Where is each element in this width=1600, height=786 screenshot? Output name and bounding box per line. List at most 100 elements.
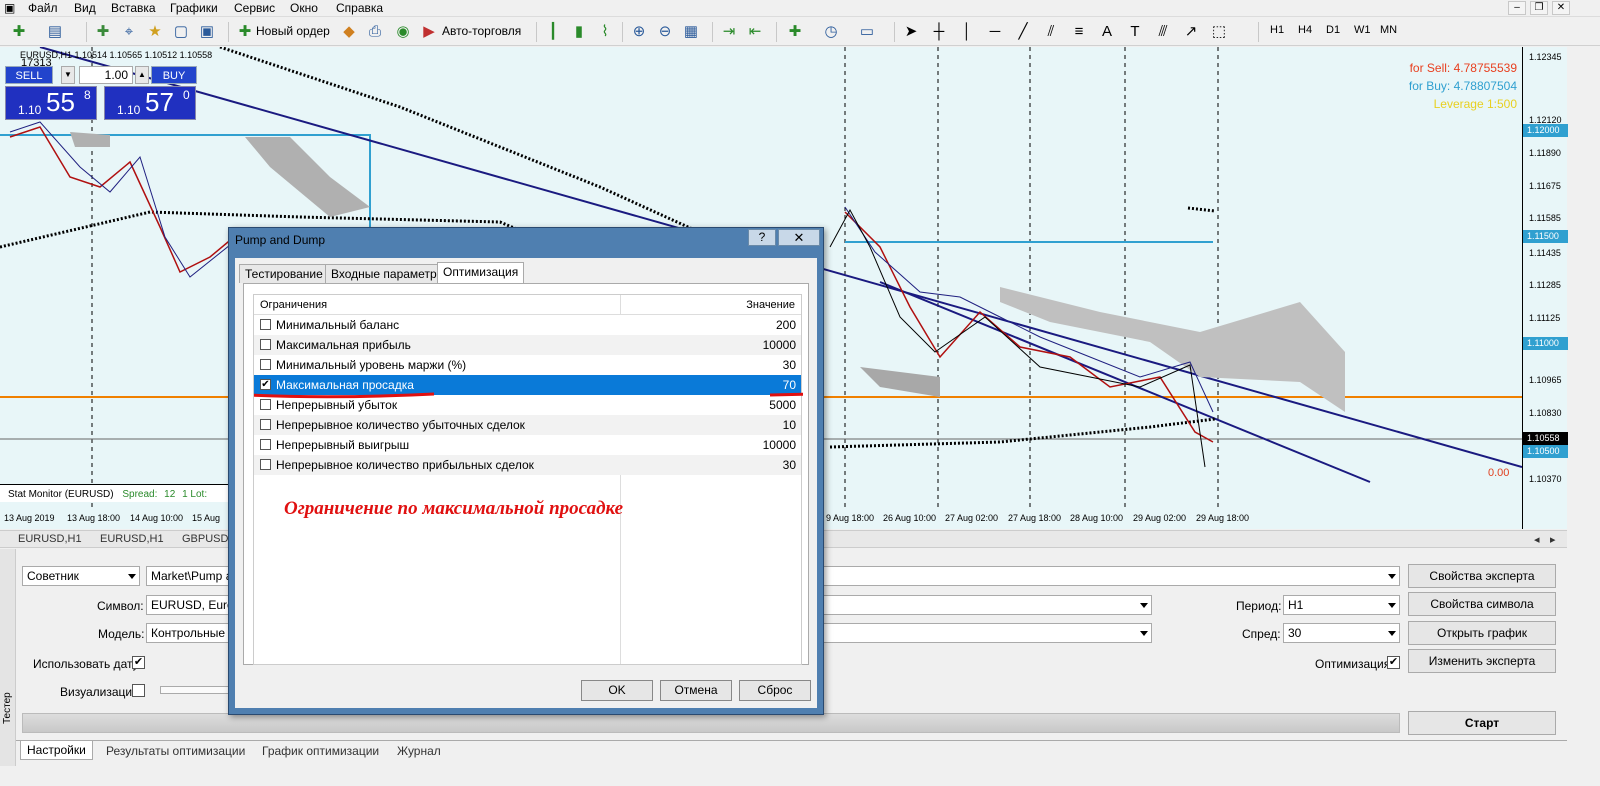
row-value[interactable]: 10000 [763,438,796,452]
buy-button[interactable]: BUY [151,66,197,84]
print-icon[interactable]: ⎙ [364,21,386,43]
menu-charts[interactable]: Графики [170,1,218,15]
timeframe-h1[interactable]: H1 [1270,24,1284,36]
fibo-icon[interactable]: ≡ [1068,21,1090,43]
row-value[interactable]: 30 [783,358,796,372]
tab-scroll-right-icon[interactable]: ▸ [1550,533,1556,546]
help-button[interactable]: ? [748,229,776,246]
visualization-speed-slider[interactable] [160,686,230,694]
tab-optimization[interactable]: Оптимизация [437,262,525,284]
metaeditor-icon[interactable]: ◆ [338,21,360,43]
app-icon[interactable]: ▣ [4,1,15,15]
row-checkbox[interactable] [260,459,271,470]
new-order-button[interactable]: Новый ордер [256,24,330,38]
chart-shift-icon[interactable]: ⇤ [744,21,766,43]
menu-view[interactable]: Вид [74,1,96,15]
use-date-checkbox[interactable]: ✔ [132,656,145,669]
menu-tools[interactable]: Сервис [234,1,275,15]
auto-trading-button[interactable]: Авто-торговля [442,24,521,38]
new-order-icon[interactable]: ✚ [234,21,256,43]
chart-tab[interactable]: EURUSD,H1 [100,533,164,545]
tab-inputs[interactable]: Входные параметры [325,264,452,283]
signal-icon[interactable]: ◉ [392,21,414,43]
row-checkbox[interactable] [260,319,271,330]
tester-icon[interactable]: ▣ [196,21,218,43]
lot-increase-icon[interactable]: ▲ [135,66,149,84]
close-icon[interactable]: ✕ [1552,1,1570,15]
menu-window[interactable]: Окно [290,1,318,15]
timeframe-d1[interactable]: D1 [1326,24,1340,36]
menu-insert[interactable]: Вставка [111,1,156,15]
table-row[interactable]: Максимальная прибыль 10000 [254,335,801,355]
lot-decrease-icon[interactable]: ▼ [61,66,75,84]
market-watch-icon[interactable]: ✚ [92,21,114,43]
tab-optimization-results[interactable]: Результаты оптимизации [106,744,245,758]
table-row[interactable]: Минимальный уровень маржи (%) 30 [254,355,801,375]
menu-file[interactable]: Файл [28,1,58,15]
fibo-fan-icon[interactable]: ⫻ [1152,21,1174,43]
horizontal-line-icon[interactable]: ─ [984,21,1006,43]
channel-icon[interactable]: ⫽ [1040,21,1062,43]
periods-icon[interactable]: ◷ [820,21,842,43]
timeframe-w1[interactable]: W1 [1354,24,1371,36]
menu-help[interactable]: Справка [336,1,383,15]
minimize-icon[interactable]: – [1508,1,1526,15]
buy-quote[interactable]: 1.10 57 0 [104,86,196,120]
table-row[interactable]: Непрерывное количество убыточных сделок … [254,415,801,435]
line-chart-icon[interactable]: ⌇ [594,21,616,43]
row-checkbox[interactable] [260,359,271,370]
expert-properties-button[interactable]: Свойства эксперта [1408,564,1556,588]
zoom-in-icon[interactable]: ⊕ [628,21,650,43]
visualization-checkbox[interactable] [132,684,145,697]
row-value[interactable]: 10000 [763,338,796,352]
indicators-icon[interactable]: ✚ [784,21,806,43]
table-row[interactable]: Минимальный баланс 200 [254,315,801,335]
timeframe-h4[interactable]: H4 [1298,24,1312,36]
chart-tab[interactable]: GBPUSD [182,533,228,545]
timeframe-mn[interactable]: MN [1380,24,1397,36]
row-value[interactable]: 200 [776,318,796,332]
vertical-line-icon[interactable]: │ [956,21,978,43]
tab-journal[interactable]: Журнал [397,744,441,758]
terminal-icon[interactable]: ▢ [170,21,192,43]
row-value[interactable]: 30 [783,458,796,472]
cursor-icon[interactable]: ➤ [900,21,922,43]
lot-input[interactable]: 1.00 [79,66,133,84]
templates-icon[interactable]: ▭ [856,21,878,43]
tab-scroll-left-icon[interactable]: ◂ [1534,533,1540,546]
open-chart-button[interactable]: Открыть график [1408,621,1556,645]
spread-select[interactable]: 30 [1283,623,1400,643]
candles-icon[interactable]: ▮ [568,21,590,43]
text-icon[interactable]: A [1096,21,1118,43]
crosshair-icon[interactable]: ┼ [928,21,950,43]
data-window-icon[interactable]: ⌖ [118,21,140,43]
chart-tab[interactable]: EURUSD,H1 [18,533,82,545]
modify-expert-button[interactable]: Изменить эксперта [1408,649,1556,673]
row-checkbox[interactable] [260,339,271,350]
reset-button[interactable]: Сброс [739,680,811,701]
autoscroll-icon[interactable]: ⇥ [718,21,740,43]
arrows-icon[interactable]: ↗ [1180,21,1202,43]
ok-button[interactable]: OK [581,680,653,701]
zoom-out-icon[interactable]: ⊖ [654,21,676,43]
period-select[interactable]: H1 [1283,595,1400,615]
profiles-icon[interactable]: ▤ [44,21,66,43]
cancel-button[interactable]: Отмена [660,680,732,701]
tab-settings[interactable]: Настройки [20,741,93,760]
label-icon[interactable]: T [1124,21,1146,43]
navigator-icon[interactable]: ★ [144,21,166,43]
optimization-checkbox[interactable]: ✔ [1387,656,1400,669]
start-button[interactable]: Старт [1408,711,1556,735]
symbol-properties-button[interactable]: Свойства символа [1408,592,1556,616]
bar-chart-icon[interactable]: ┃ [542,21,564,43]
auto-trading-icon[interactable]: ▶ [418,21,440,43]
table-row[interactable]: Непрерывное количество прибыльных сделок… [254,455,801,475]
row-value[interactable]: 10 [783,418,796,432]
tab-optimization-graph[interactable]: График оптимизации [262,744,379,758]
tile-windows-icon[interactable]: ▦ [680,21,702,43]
trendline-icon[interactable]: ╱ [1012,21,1034,43]
shapes-icon[interactable]: ⬚ [1208,21,1230,43]
row-checkbox[interactable] [260,419,271,430]
sell-button[interactable]: SELL [5,66,53,84]
new-chart-icon[interactable]: ✚ [8,21,30,43]
